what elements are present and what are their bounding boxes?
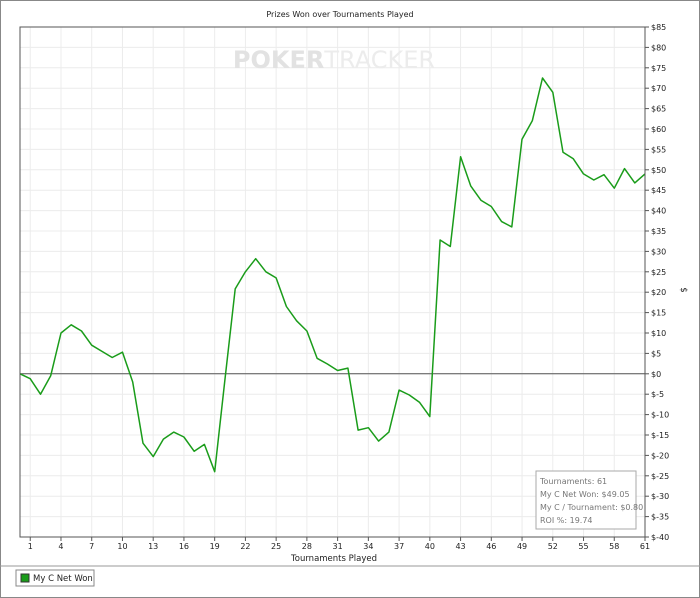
x-tick-label: 19 <box>210 542 220 551</box>
y-tick-label: $-15 <box>651 431 669 440</box>
y-tick-label: $-40 <box>651 533 669 542</box>
x-tick-label: 37 <box>394 542 404 551</box>
watermark-light: TRACKER <box>323 46 435 74</box>
watermark: POKERTRACKER <box>233 46 435 74</box>
y-tick-label: $85 <box>651 23 666 32</box>
y-tick-label: $-30 <box>651 492 669 501</box>
x-tick-label: 28 <box>302 542 312 551</box>
x-tick-label: 49 <box>517 542 527 551</box>
x-tick-label: 43 <box>455 542 465 551</box>
y-tick-label: $-5 <box>651 390 664 399</box>
stat-roi: ROI %: 19.74 <box>540 516 593 525</box>
x-tick-label: 13 <box>148 542 158 551</box>
x-axis-label: Tournaments Played <box>290 554 377 564</box>
legend-swatch <box>20 573 30 583</box>
watermark-bold: POKER <box>233 46 324 74</box>
y-tick-label: $30 <box>651 247 666 256</box>
y-tick-label: $60 <box>651 125 666 134</box>
y-tick-label: $10 <box>651 329 666 338</box>
y-tick-label: $55 <box>651 145 666 154</box>
x-tick-label: 46 <box>486 542 496 551</box>
x-tick-label: 52 <box>548 542 558 551</box>
y-tick-label: $-25 <box>651 472 669 481</box>
chart-root: Prizes Won over Tournaments Played POKER… <box>0 0 700 598</box>
x-tick-label: 61 <box>640 542 650 551</box>
y-tick-label: $80 <box>651 43 666 52</box>
stats-box: Tournaments: 61 My C Net Won: $49.05 My … <box>535 470 643 530</box>
x-tick-label: 40 <box>425 542 435 551</box>
stat-tournaments: Tournaments: 61 <box>539 477 607 486</box>
y-tick-label: $-20 <box>651 451 669 460</box>
y-tick-label: $40 <box>651 207 666 216</box>
x-tick-label: 25 <box>271 542 281 551</box>
y-axis-label: $ <box>678 287 688 292</box>
x-tick-label: 16 <box>179 542 189 551</box>
x-tick-label: 22 <box>240 542 250 551</box>
legend: My C Net Won <box>15 569 95 587</box>
x-tick-label: 34 <box>363 542 373 551</box>
y-tick-label: $65 <box>651 105 666 114</box>
chart-title: Prizes Won over Tournaments Played <box>266 10 413 19</box>
x-tick-label: 4 <box>58 542 63 551</box>
x-tick-label: 58 <box>609 542 619 551</box>
stat-net-won: My C Net Won: $49.05 <box>540 490 630 499</box>
y-tick-label: $75 <box>651 64 666 73</box>
y-tick-label: $5 <box>651 349 661 358</box>
y-tick-label: $-10 <box>651 411 669 420</box>
y-tick-label: $15 <box>651 309 666 318</box>
y-tick-label: $45 <box>651 186 666 195</box>
y-tick-label: $70 <box>651 84 666 93</box>
x-tick-label: 10 <box>117 542 127 551</box>
x-tick-label: 7 <box>89 542 94 551</box>
chart-svg: Prizes Won over Tournaments Played POKER… <box>0 0 700 598</box>
stat-per-tournament: My C / Tournament: $0.80 <box>540 503 643 512</box>
y-tick-label: $0 <box>651 370 661 379</box>
y-tick-label: $-35 <box>651 513 669 522</box>
y-tick-label: $50 <box>651 166 666 175</box>
y-tick-label: $35 <box>651 227 666 236</box>
y-tick-label: $20 <box>651 288 666 297</box>
legend-label: My C Net Won <box>33 574 93 584</box>
x-tick-label: 55 <box>578 542 588 551</box>
x-tick-label: 31 <box>333 542 343 551</box>
x-tick-label: 1 <box>28 542 33 551</box>
y-tick-label: $25 <box>651 268 666 277</box>
